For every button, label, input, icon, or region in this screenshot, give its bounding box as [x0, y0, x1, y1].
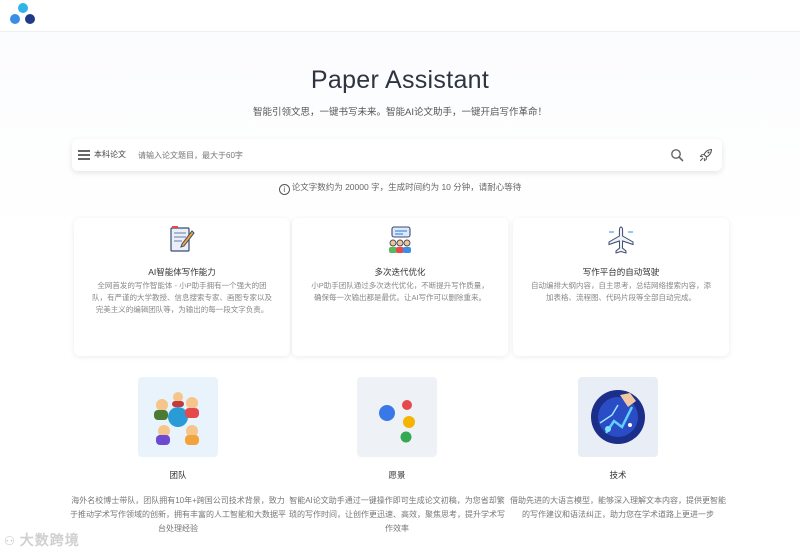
feature-card-agent: AI智能体写作能力 全网首发的写作智能体 - 小P助手拥有一个强大的团队，有严谨…: [74, 218, 290, 356]
card-description: 自动编排大纲内容，自主思考，总结网络搜索内容，添加表格、流程图、代码片段等全部自…: [531, 281, 711, 302]
card-title: 写作平台的自动驾驶: [582, 267, 660, 277]
feature-desc-vision: 智能AI论文助手通过一键操作即可生成论文初稿，为您省却繁琐的写作时间，让创作更迅…: [289, 496, 505, 533]
card-title: 多次迭代优化: [374, 267, 426, 277]
main-page: Paper Assistant 智能引领文思，一键书写未来。智能AI论文助手，一…: [0, 32, 800, 552]
card-title: AI智能体写作能力: [148, 267, 216, 277]
feature-card-autopilot: 写作平台的自动驾驶 自动编排大纲内容，自主思考，总结网络搜索内容，添加表格、流程…: [513, 218, 729, 356]
logo-dot-right: [25, 14, 35, 24]
watermark: ⚇ 大数跨境: [4, 530, 80, 550]
rocket-icon[interactable]: [698, 147, 714, 163]
menu-icon[interactable]: [78, 150, 90, 160]
notice-text: 论文字数约为 20000 字，生成时间约为 10 分钟，请耐心等待: [291, 182, 522, 192]
team-illustration: [138, 377, 218, 457]
vision-dots-illustration: [357, 377, 437, 457]
topic-input[interactable]: [138, 147, 658, 163]
card-description: 全网首发的写作智能体 - 小P助手拥有一个强大的团队，有严谨的大学教授、信息搜索…: [92, 281, 272, 314]
watermark-text: 大数跨境: [19, 532, 80, 548]
top-bar: [0, 0, 800, 32]
technology-illustration: [578, 377, 658, 457]
feature-title-tech: 技术: [609, 470, 627, 480]
watermark-logo-icon: ⚇: [4, 534, 16, 548]
feature-desc-tech: 借助先进的大语言模型，能够深入理解文本内容，提供更智能的写作建议和语法纠正，助力…: [510, 496, 726, 519]
airplane-icon: [608, 226, 634, 254]
feature-card-iteration: 多次迭代优化 小P助手团队通过多次迭代优化，不断提升写作质量，确保每一次输出都是…: [292, 218, 508, 356]
app-logo[interactable]: [6, 3, 40, 27]
generation-notice: i 论文字数约为 20000 字，生成时间约为 10 分钟，请耐心等待: [0, 181, 800, 195]
feature-desc-team: 海外名校博士带队，团队拥有10年+跨国公司技术背景，致力于推动学术写作领域的创新…: [70, 496, 286, 533]
page-subtitle: 智能引领文思，一键书写未来。智能AI论文助手，一键开启写作革命！: [253, 107, 547, 118]
writing-icon: [170, 226, 195, 252]
logo-dot-left: [10, 14, 20, 24]
card-description: 小P助手团队通过多次迭代优化，不断提升写作质量，确保每一次输出都是最优。让AI写…: [311, 281, 489, 302]
team-chat-icon: [389, 226, 411, 253]
info-icon: i: [278, 184, 290, 195]
paper-type-selector[interactable]: 本科论文: [94, 149, 126, 160]
search-icon[interactable]: [670, 148, 684, 162]
feature-title-vision: 愿景: [388, 470, 406, 480]
feature-title-team: 团队: [169, 470, 187, 480]
topic-search-bar: 本科论文: [72, 139, 722, 171]
logo-dot-top: [18, 3, 28, 13]
page-title: Paper Assistant: [310, 66, 490, 94]
